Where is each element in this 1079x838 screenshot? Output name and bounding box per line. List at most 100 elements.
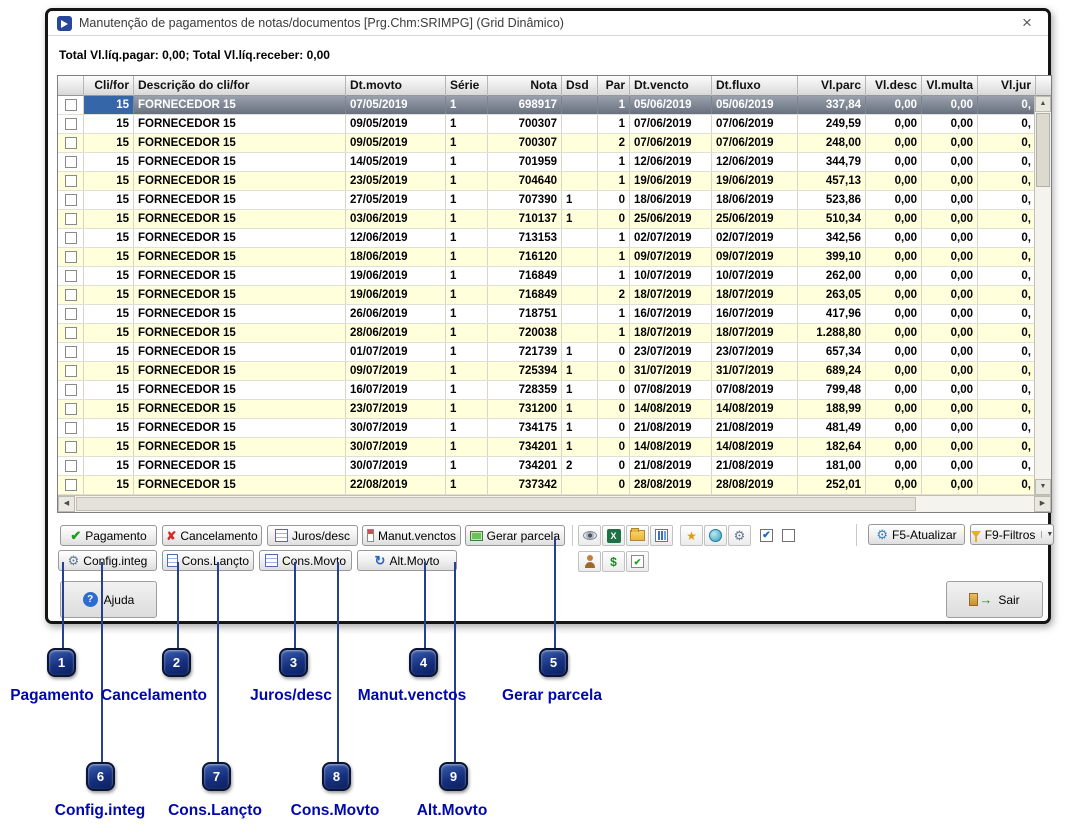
grid-cell[interactable]: 1	[446, 476, 488, 494]
horizontal-scroll-thumb[interactable]	[76, 497, 916, 511]
grid-cell[interactable]: 0,00	[866, 305, 922, 323]
column-header[interactable]: Descrição do cli/for	[134, 76, 346, 96]
table-row[interactable]: 15FORNECEDOR 1519/06/20191716849110/07/2…	[58, 267, 1034, 286]
scroll-right-button[interactable]: ▶	[1034, 496, 1051, 512]
row-checkbox[interactable]	[65, 232, 77, 244]
grid-cell[interactable]: 1	[562, 210, 598, 228]
open-folder-button[interactable]	[626, 525, 649, 546]
grid-cell[interactable]: 23/05/2019	[346, 172, 446, 190]
grid-cell[interactable]: 718751	[488, 305, 562, 323]
grid-cell[interactable]: 704640	[488, 172, 562, 190]
grid-cell[interactable]: FORNECEDOR 15	[134, 191, 346, 209]
grid-cell[interactable]: 1	[598, 248, 630, 266]
grid-cell[interactable]: 0,00	[922, 191, 978, 209]
pagamento-button[interactable]: ✔ Pagamento	[60, 525, 157, 546]
sair-button[interactable]: → Sair	[946, 581, 1043, 618]
grid-cell[interactable]	[562, 267, 598, 285]
grid-cell[interactable]: FORNECEDOR 15	[134, 457, 346, 475]
grid-cell[interactable]: FORNECEDOR 15	[134, 419, 346, 437]
grid-cell[interactable]: 1	[446, 115, 488, 133]
grid-cell[interactable]: 19/06/2019	[712, 172, 798, 190]
grid-cell[interactable]: 09/05/2019	[346, 115, 446, 133]
row-checkbox[interactable]	[65, 156, 77, 168]
scroll-up-button[interactable]: ▲	[1035, 96, 1051, 112]
grid-cell[interactable]: 0,	[978, 210, 1034, 228]
grid-cell[interactable]: FORNECEDOR 15	[134, 381, 346, 399]
grid-cell[interactable]: 523,86	[798, 191, 866, 209]
table-row[interactable]: 15FORNECEDOR 1509/05/20191700307107/06/2…	[58, 115, 1034, 134]
grid-cell[interactable]: 0,	[978, 438, 1034, 456]
grid-cell[interactable]: 09/05/2019	[346, 134, 446, 152]
grid-cell[interactable]: FORNECEDOR 15	[134, 115, 346, 133]
grid-cell[interactable]: 728359	[488, 381, 562, 399]
grid-cell[interactable]: 1	[446, 362, 488, 380]
column-header[interactable]: Dt.movto	[346, 76, 446, 96]
grid-cell[interactable]: 0,00	[922, 438, 978, 456]
grid-cell[interactable]	[562, 153, 598, 171]
grid-cell[interactable]: 0,00	[866, 400, 922, 418]
grid-cell[interactable]	[562, 476, 598, 494]
grid-cell[interactable]: 09/07/2019	[630, 248, 712, 266]
grid-cell[interactable]: 716120	[488, 248, 562, 266]
grid-cell[interactable]: 15	[84, 191, 134, 209]
grid-cell[interactable]: 1	[446, 172, 488, 190]
select-none-checkbox[interactable]	[782, 529, 795, 542]
grid-cell[interactable]: 0,	[978, 457, 1034, 475]
grid-cell[interactable]: 15	[84, 134, 134, 152]
column-header[interactable]: Vl.desc	[866, 76, 922, 96]
grid-cell[interactable]: 0,00	[866, 210, 922, 228]
grid-cell[interactable]: 12/06/2019	[630, 153, 712, 171]
grid-cell[interactable]: FORNECEDOR 15	[134, 324, 346, 342]
grid-cell[interactable]: 15	[84, 248, 134, 266]
grid-cell[interactable]: 15	[84, 419, 134, 437]
grid-cell[interactable]: 0,00	[866, 286, 922, 304]
grid-cell[interactable]: 25/06/2019	[712, 210, 798, 228]
grid-cell[interactable]: 07/08/2019	[630, 381, 712, 399]
grid-cell[interactable]: 721739	[488, 343, 562, 361]
grid-cell[interactable]: 16/07/2019	[630, 305, 712, 323]
grid-cell[interactable]: 700307	[488, 115, 562, 133]
grid-cell[interactable]: FORNECEDOR 15	[134, 343, 346, 361]
table-row[interactable]: 15FORNECEDOR 1507/05/20191698917105/06/2…	[58, 96, 1034, 115]
grid-cell[interactable]: 22/08/2019	[346, 476, 446, 494]
grid-cell[interactable]: 737342	[488, 476, 562, 494]
grid-cell[interactable]	[562, 229, 598, 247]
grid-cell[interactable]: 182,64	[798, 438, 866, 456]
grid-cell[interactable]: 15	[84, 381, 134, 399]
config-integ-button[interactable]: ⚙ Config.integ	[58, 550, 157, 571]
settings-button[interactable]: ⚙	[728, 525, 751, 546]
grid-cell[interactable]: 18/07/2019	[712, 286, 798, 304]
grid-cell[interactable]	[562, 286, 598, 304]
grid-cell[interactable]: 14/08/2019	[712, 400, 798, 418]
table-row[interactable]: 15FORNECEDOR 1509/05/20191700307207/06/2…	[58, 134, 1034, 153]
column-header[interactable]: Par	[598, 76, 630, 96]
grid-cell[interactable]: 1	[446, 457, 488, 475]
grid-cell[interactable]: 0,00	[922, 153, 978, 171]
table-row[interactable]: 15FORNECEDOR 1516/07/201917283591007/08/…	[58, 381, 1034, 400]
grid-cell[interactable]: 0,00	[922, 286, 978, 304]
grid-cell[interactable]: 1	[598, 324, 630, 342]
grid-cell[interactable]: 2	[562, 457, 598, 475]
grid-cell[interactable]: 0,	[978, 324, 1034, 342]
grid-cell[interactable]	[562, 248, 598, 266]
grid-cell[interactable]: 1	[446, 229, 488, 247]
table-row[interactable]: 15FORNECEDOR 1530/07/201917341751021/08/…	[58, 419, 1034, 438]
grid-cell[interactable]: 799,48	[798, 381, 866, 399]
grid-cell[interactable]: 0	[598, 381, 630, 399]
grid-cell[interactable]: 0,00	[922, 476, 978, 494]
grid-cell[interactable]: 0,00	[922, 324, 978, 342]
table-row[interactable]: 15FORNECEDOR 1528/06/20191720038118/07/2…	[58, 324, 1034, 343]
grid-cell[interactable]: 0,00	[922, 210, 978, 228]
grid-cell[interactable]: 710137	[488, 210, 562, 228]
table-row[interactable]: 15FORNECEDOR 1526/06/20191718751116/07/2…	[58, 305, 1034, 324]
grid-cell[interactable]: 28/06/2019	[346, 324, 446, 342]
grid-cell[interactable]: 342,56	[798, 229, 866, 247]
grid-cell[interactable]: 0,00	[922, 248, 978, 266]
grid-cell[interactable]: 248,00	[798, 134, 866, 152]
grid-cell[interactable]: 0,00	[866, 324, 922, 342]
grid-cell[interactable]: 181,00	[798, 457, 866, 475]
grid-cell[interactable]: 0,00	[922, 172, 978, 190]
grid-cell[interactable]: 716849	[488, 267, 562, 285]
grid-cell[interactable]: FORNECEDOR 15	[134, 362, 346, 380]
f9-filtros-button[interactable]: F9-Filtros ▼	[970, 524, 1054, 545]
